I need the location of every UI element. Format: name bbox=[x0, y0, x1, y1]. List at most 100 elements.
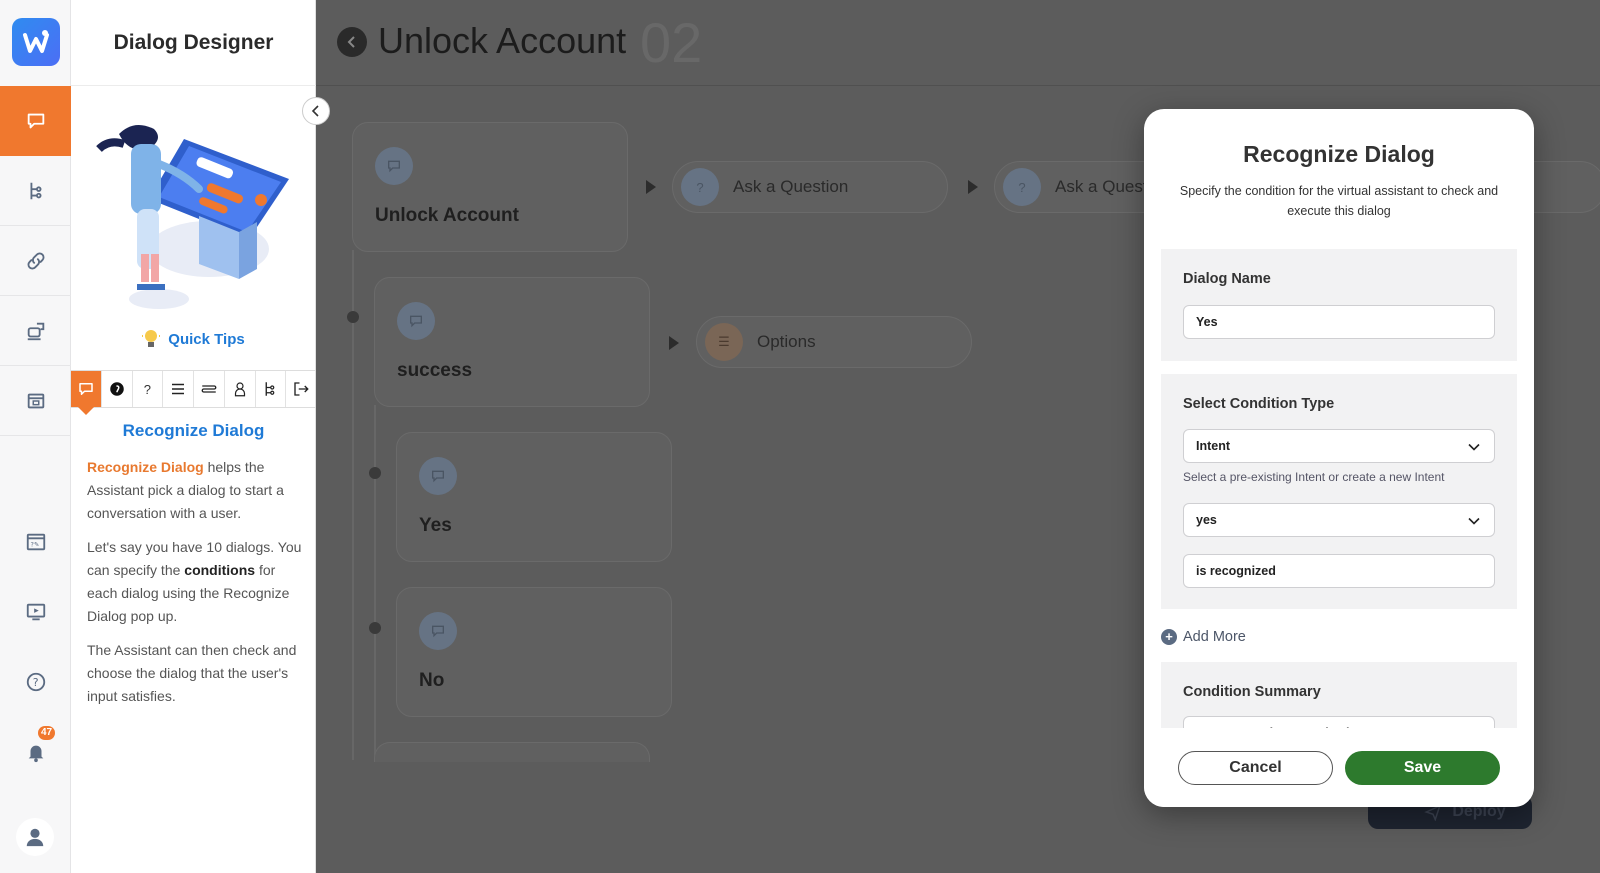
tab-exit[interactable] bbox=[286, 371, 316, 407]
svg-text:?✎: ?✎ bbox=[30, 541, 39, 549]
left-rail: ?✎ ? 47 bbox=[0, 0, 71, 873]
dialog-name-label: Dialog Name bbox=[1183, 271, 1271, 287]
tree-icon bbox=[30, 182, 41, 199]
rail-assistant[interactable] bbox=[0, 296, 71, 366]
chat-icon bbox=[419, 457, 457, 495]
dialog-name-field[interactable]: Yes bbox=[1183, 305, 1495, 339]
app-logo[interactable] bbox=[12, 18, 60, 66]
modal-title: Recognize Dialog bbox=[1243, 141, 1435, 167]
agent-icon bbox=[234, 382, 245, 397]
chevron-left-icon bbox=[347, 36, 355, 48]
quick-tips-label: Quick Tips bbox=[168, 330, 245, 348]
condition-type-hint: Select a pre-existing Intent or create a… bbox=[1183, 470, 1445, 484]
rail-notifications[interactable]: 47 bbox=[0, 726, 71, 772]
link-icon bbox=[27, 252, 44, 269]
save-button[interactable]: Save bbox=[1345, 751, 1500, 785]
connector-dot bbox=[369, 467, 381, 479]
tab-human-agent[interactable] bbox=[225, 371, 256, 407]
tip-highlight: Recognize Dialog bbox=[87, 459, 204, 475]
chevron-down-icon bbox=[1468, 517, 1480, 525]
condition-type-section: Select Condition Type Intent Select a pr… bbox=[1161, 374, 1517, 609]
tip-body: Recognize Dialog helps the Assistant pic… bbox=[87, 456, 302, 719]
dialog-node[interactable]: Yes bbox=[396, 432, 672, 562]
quick-tips[interactable]: Quick Tips bbox=[71, 328, 316, 350]
chevron-left-icon bbox=[311, 105, 319, 117]
page-title: Unlock Account bbox=[378, 20, 627, 61]
intent-select[interactable]: yes bbox=[1183, 503, 1495, 537]
ai-script-icon bbox=[109, 382, 124, 396]
faq-icon: ?✎ bbox=[26, 533, 45, 551]
tip-bold: conditions bbox=[184, 562, 256, 578]
rail-integrations[interactable] bbox=[0, 226, 71, 296]
dialog-node[interactable]: Unlock Account bbox=[352, 122, 628, 252]
dialog-designer-panel: Dialog Designer Quick Tips ? Recognize D… bbox=[71, 0, 316, 873]
rail-conversations[interactable] bbox=[0, 86, 71, 156]
chevron-down-icon bbox=[1468, 443, 1480, 451]
canvas-header: Unlock Account 02 bbox=[316, 0, 1600, 86]
node-label: success bbox=[397, 360, 473, 381]
tips-illustration bbox=[96, 125, 289, 309]
condition-summary-label: Condition Summary bbox=[1183, 684, 1321, 700]
node-label: No bbox=[419, 670, 445, 691]
recognize-dialog-modal: Recognize Dialog Specify the condition f… bbox=[1144, 109, 1534, 807]
dialog-node[interactable] bbox=[374, 742, 650, 762]
chat-icon bbox=[397, 302, 435, 340]
chat-icon bbox=[79, 383, 93, 395]
dialog-node[interactable]: success bbox=[374, 277, 650, 407]
tips-tabs: ? bbox=[71, 370, 316, 415]
dialog-node[interactable]: No bbox=[396, 587, 672, 717]
rail-build[interactable] bbox=[0, 366, 71, 436]
dialog-name-section: Dialog Name Yes bbox=[1161, 249, 1517, 361]
recognized-field[interactable]: is recognized bbox=[1183, 554, 1495, 588]
flow-arrow bbox=[968, 180, 978, 194]
build-icon bbox=[27, 393, 44, 408]
condition-type-label: Select Condition Type bbox=[1183, 396, 1335, 412]
tab-ai-script[interactable] bbox=[102, 371, 133, 407]
user-icon bbox=[26, 828, 44, 847]
add-more-button[interactable]: + Add More bbox=[1161, 629, 1246, 645]
node-ask-question[interactable]: ? Ask a Question bbox=[672, 161, 948, 213]
add-more-label: Add More bbox=[1183, 629, 1246, 645]
connector-dot bbox=[347, 311, 359, 323]
flow-icon bbox=[201, 385, 217, 393]
plus-icon: + bbox=[1161, 629, 1177, 645]
rail-faq[interactable]: ?✎ bbox=[0, 522, 71, 562]
modal-subtitle: Specify the condition for the virtual as… bbox=[1179, 184, 1499, 218]
flow-arrow bbox=[669, 336, 679, 350]
rail-media[interactable] bbox=[0, 592, 71, 632]
node-label: Yes bbox=[419, 515, 452, 536]
step-number: 02 bbox=[640, 11, 703, 74]
lightbulb-icon bbox=[142, 328, 161, 347]
node-label: Options bbox=[757, 332, 816, 351]
question-icon: ? bbox=[143, 381, 151, 397]
node-options[interactable]: ☰ Options bbox=[696, 316, 972, 368]
cancel-button[interactable]: Cancel bbox=[1178, 751, 1333, 785]
chat-icon bbox=[419, 612, 457, 650]
node-label: Ask a Question bbox=[733, 177, 849, 196]
node-label: Ask a Quest bbox=[1055, 177, 1148, 196]
rail-dialog-flow[interactable] bbox=[0, 156, 71, 226]
bell-icon bbox=[28, 745, 43, 763]
tab-recognize-dialog[interactable] bbox=[71, 371, 102, 415]
question-icon: ? bbox=[681, 168, 719, 206]
help-icon: ? bbox=[26, 672, 45, 692]
exit-icon bbox=[294, 382, 309, 396]
rail-help[interactable]: ? bbox=[0, 662, 71, 702]
question-icon: ? bbox=[1003, 168, 1041, 206]
tab-question[interactable]: ? bbox=[133, 371, 164, 407]
tab-branch[interactable] bbox=[256, 371, 287, 407]
condition-type-select[interactable]: Intent bbox=[1183, 429, 1495, 463]
notification-badge: 47 bbox=[38, 726, 56, 740]
connector-dot bbox=[369, 622, 381, 634]
connector-line bbox=[352, 250, 354, 760]
panel-title: Dialog Designer bbox=[71, 0, 316, 86]
list-icon bbox=[172, 383, 185, 395]
tab-options[interactable] bbox=[163, 371, 194, 407]
user-avatar[interactable] bbox=[16, 818, 54, 856]
collapse-panel-button[interactable] bbox=[302, 97, 330, 125]
back-button[interactable] bbox=[337, 27, 367, 57]
tab-flow[interactable] bbox=[194, 371, 225, 407]
tip-heading: Recognize Dialog bbox=[122, 421, 265, 440]
chat-icon bbox=[27, 113, 44, 129]
chatbot-icon bbox=[27, 322, 44, 340]
